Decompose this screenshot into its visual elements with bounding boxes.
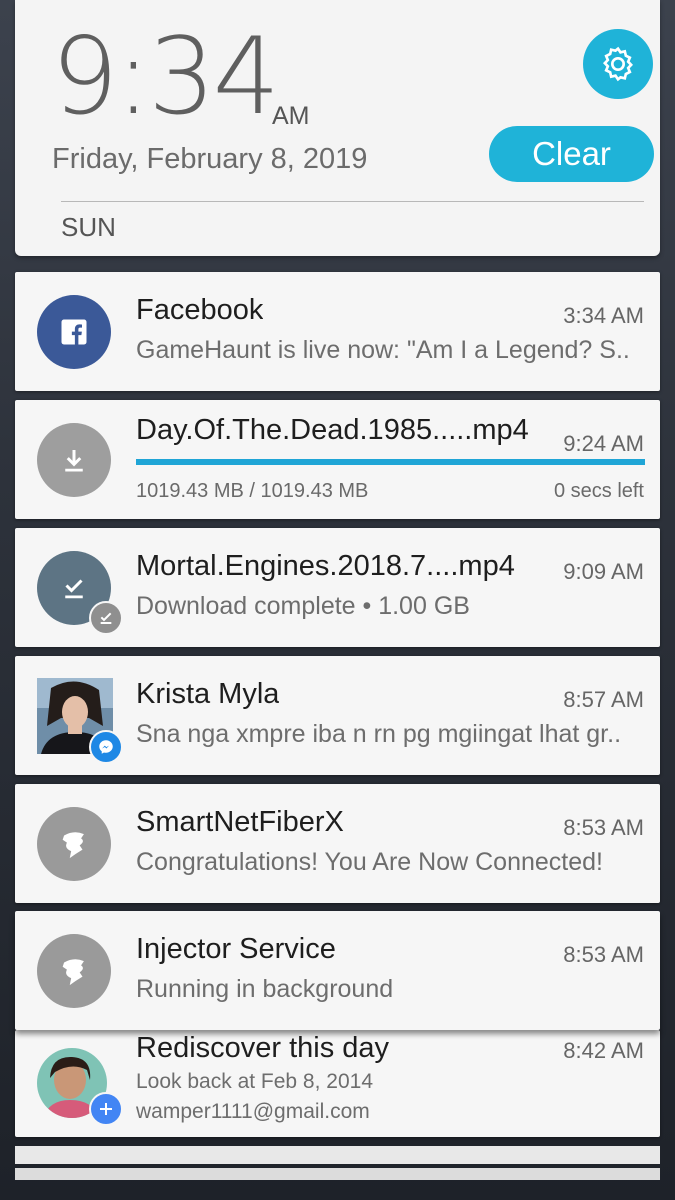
clock-time: 9:34 <box>51 15 280 138</box>
quick-settings-header: 9:34 AM Friday, February 8, 2019 Clear S… <box>15 0 660 256</box>
stacked-notification-edge <box>15 1146 660 1164</box>
notification-text: GameHaunt is live now: "Am I a Legend? S… <box>136 336 630 364</box>
notification-time: 8:53 AM <box>563 942 644 967</box>
notification-time: 3:34 AM <box>563 303 644 328</box>
download-filename: Day.Of.The.Dead.1985.....mp4 <box>136 414 529 446</box>
notification-app-name: SmartNetFiberX <box>136 806 344 838</box>
notification-text: Sna nga xmpre iba n rn pg mgiingat lhat … <box>136 720 622 748</box>
download-progress-bar <box>136 459 645 465</box>
notification-time: 8:53 AM <box>563 815 644 840</box>
notification-time: 8:42 AM <box>563 1038 644 1063</box>
download-icon <box>37 423 111 497</box>
notification-time: 9:24 AM <box>563 431 644 456</box>
clock-date: Friday, February 8, 2019 <box>52 143 368 175</box>
notification-google-photos[interactable]: Rediscover this day 8:42 AM Look back at… <box>15 1030 660 1137</box>
settings-button[interactable] <box>583 29 653 99</box>
notification-account: wamper1111@gmail.com <box>136 1100 370 1123</box>
download-check-badge-icon <box>89 601 123 635</box>
notification-text: Download complete • 1.00 GB <box>136 592 470 620</box>
notification-app-name: Facebook <box>136 294 264 326</box>
facebook-icon <box>37 295 111 369</box>
notification-app-name: Injector Service <box>136 933 336 965</box>
vpn-icon <box>37 934 111 1008</box>
stacked-notification-edge <box>15 1168 660 1180</box>
header-divider <box>61 201 644 202</box>
download-progress-fill <box>136 459 645 465</box>
gear-icon <box>602 46 634 82</box>
download-filename: Mortal.Engines.2018.7....mp4 <box>136 550 515 582</box>
clear-all-button[interactable]: Clear <box>489 126 654 182</box>
download-size: 1019.43 MB / 1019.43 MB <box>136 480 369 502</box>
notification-time: 9:09 AM <box>563 559 644 584</box>
messenger-icon <box>89 730 123 764</box>
notification-smartnetfiberx[interactable]: SmartNetFiberX 8:53 AM Congratulations! … <box>15 784 660 903</box>
download-eta: 0 secs left <box>553 480 644 502</box>
notification-facebook[interactable]: Facebook 3:34 AM GameHaunt is live now: … <box>15 272 660 391</box>
notification-text: Look back at Feb 8, 2014 <box>136 1070 373 1093</box>
contact-name: Krista Myla <box>136 678 280 710</box>
notification-text: Congratulations! You Are Now Connected! <box>136 848 603 876</box>
clock-ampm: AM <box>272 102 310 130</box>
weather-day-label: SUN <box>61 212 116 242</box>
notification-title: Rediscover this day <box>136 1032 390 1064</box>
notification-injector-service[interactable]: Injector Service 8:53 AM Running in back… <box>15 911 660 1030</box>
notification-download-complete[interactable]: Mortal.Engines.2018.7....mp4 9:09 AM Dow… <box>15 528 660 647</box>
notification-text: Running in background <box>136 975 394 1003</box>
memory-photo <box>37 1048 107 1118</box>
notification-download-progress[interactable]: Day.Of.The.Dead.1985.....mp4 9:24 AM 101… <box>15 400 660 519</box>
notification-messenger[interactable]: Krista Myla 8:57 AM Sna nga xmpre iba n … <box>15 656 660 775</box>
notification-time: 8:57 AM <box>563 687 644 712</box>
vpn-icon <box>37 807 111 881</box>
google-photos-icon <box>89 1092 123 1126</box>
